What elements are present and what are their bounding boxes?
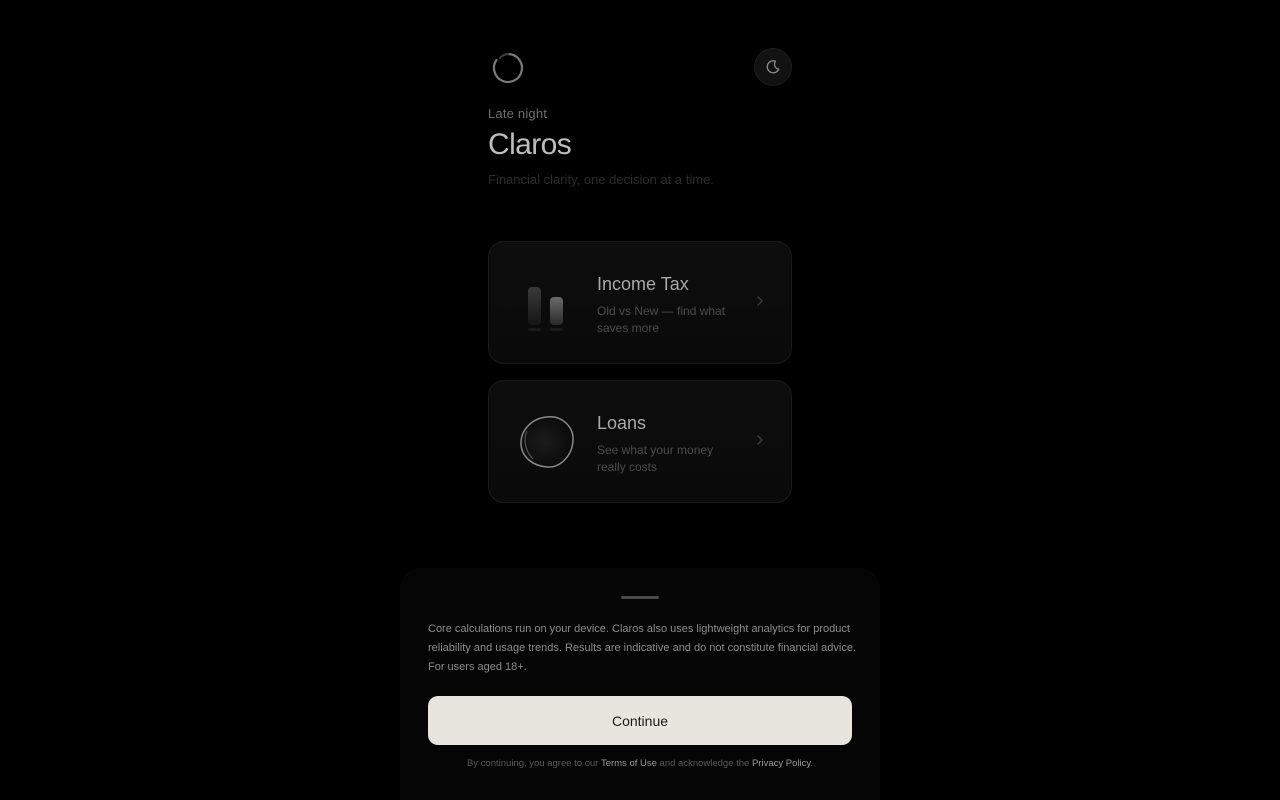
legal-prefix: By continuing, you agree to our <box>466 758 599 769</box>
tagline-text: Financial clarity, one decision at a tim… <box>488 172 714 187</box>
disclaimer-text: Core calculations run on your device. Cl… <box>428 623 857 673</box>
page-title: Claros <box>488 128 572 161</box>
moon-icon <box>766 60 780 74</box>
legal-middle: and acknowledge the <box>659 758 750 769</box>
chevron-right-icon <box>757 296 763 306</box>
bar-pair-icon <box>528 287 563 331</box>
card-title: Income Tax <box>597 274 689 294</box>
ring-logo-icon <box>492 52 524 84</box>
card-title: Loans <box>597 413 647 433</box>
terms-of-use-link[interactable]: Terms of Use <box>601 758 657 769</box>
legal-suffix: . <box>810 758 814 769</box>
legal-notice: By continuing, you agree to our Terms of… <box>400 758 880 769</box>
top-bar <box>488 48 792 86</box>
greeting-text: Late night <box>488 106 548 121</box>
continue-button[interactable]: Continue <box>428 696 852 745</box>
loans-card[interactable]: Loans See what your money really costs <box>488 380 792 503</box>
card-description: Old vs New — find what saves more <box>597 304 726 335</box>
chevron-right-icon <box>757 435 763 445</box>
theme-toggle-button[interactable] <box>754 48 792 86</box>
card-description: See what your money really costs <box>597 443 714 474</box>
sheet-drag-handle[interactable] <box>621 596 659 599</box>
loop-icon <box>520 416 574 468</box>
consent-sheet: Core calculations run on your device. Cl… <box>400 568 880 800</box>
app-screen: Late night Claros Financial clarity, one… <box>0 0 1280 800</box>
income-tax-card[interactable]: Income Tax Old vs New — find what saves … <box>488 241 792 364</box>
privacy-policy-link[interactable]: Privacy Policy <box>752 758 810 769</box>
